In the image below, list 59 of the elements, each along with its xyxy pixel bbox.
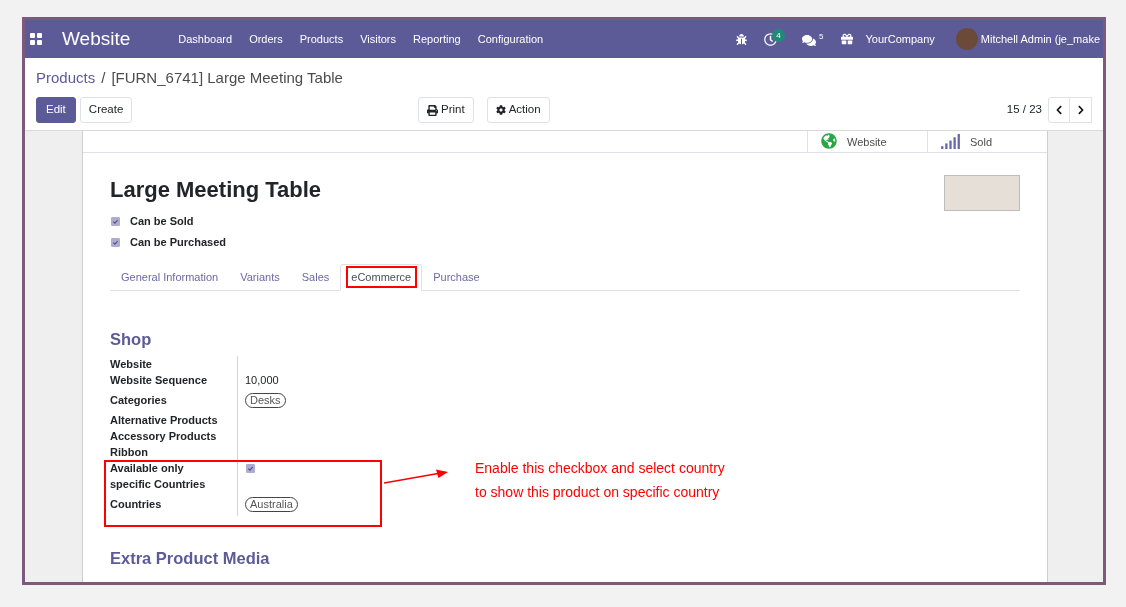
app-title: Website	[62, 27, 131, 51]
field-label: Countries	[110, 497, 162, 512]
field-label: Ribbon	[110, 445, 148, 460]
chat-icon[interactable]	[802, 33, 816, 47]
menu-item[interactable]: Visitors	[360, 32, 397, 46]
field-label: Accessory Products	[110, 429, 217, 444]
field-label: Alternative Products	[110, 413, 218, 428]
arrow	[384, 469, 448, 485]
printer-icon	[427, 104, 438, 116]
breadcrumb-current: [FURN_6741] Large Meeting Table	[111, 68, 343, 88]
gear-icon	[495, 105, 506, 115]
checkbox-label: Can be Sold	[130, 214, 194, 230]
tab[interactable]: Sales	[290, 264, 341, 291]
section-heading: Extra Product Media	[110, 548, 271, 568]
breadcrumb-separator: /	[101, 68, 106, 88]
annotation-text: Enable this checkbox and select country	[475, 459, 725, 478]
field-label: Available only specific Countries	[110, 461, 207, 492]
tab[interactable]: eCommerce	[340, 264, 423, 291]
chevron-left-icon	[1054, 105, 1064, 115]
checkbox[interactable]	[111, 238, 120, 247]
gift-icon[interactable]	[841, 33, 854, 45]
menu-item[interactable]: Configuration	[477, 32, 544, 46]
next-button[interactable]	[1070, 97, 1092, 123]
message-count: 5	[819, 31, 824, 41]
chevron-right-icon	[1075, 105, 1086, 115]
action-button[interactable]: Action	[486, 97, 550, 123]
menu-item[interactable]: Orders	[249, 32, 283, 46]
company-menu[interactable]: YourCompany	[865, 32, 935, 46]
bar-chart-icon	[941, 134, 960, 149]
apps-menu-icon[interactable]	[30, 33, 42, 45]
checkbox[interactable]	[246, 464, 255, 473]
globe-icon	[821, 133, 837, 149]
tab[interactable]: Variants	[229, 264, 291, 291]
field-value: 10,000	[245, 373, 279, 388]
tab[interactable]: Purchase	[422, 264, 491, 291]
create-button[interactable]: Create	[79, 97, 133, 123]
user-menu[interactable]: Mitchell Admin (je_make	[980, 32, 1100, 46]
section-heading: Shop	[110, 329, 153, 349]
pager-value: 15 / 23	[1006, 102, 1042, 118]
annotation-text: to show this product on specific country	[475, 483, 721, 502]
menu-item[interactable]: Reporting	[413, 32, 461, 46]
clock-icon[interactable]	[764, 32, 777, 46]
activity-count: 4	[772, 29, 785, 42]
highlight-box	[346, 266, 418, 288]
tab[interactable]: General Information	[110, 264, 230, 291]
print-button[interactable]: Print	[418, 97, 474, 123]
avatar	[955, 28, 978, 50]
breadcrumb-link[interactable]: Products	[36, 68, 96, 88]
checkbox[interactable]	[111, 217, 120, 226]
menu-item[interactable]: Dashboard	[178, 32, 233, 46]
field-label: Website Sequence	[110, 373, 207, 388]
field-label: Categories	[110, 393, 167, 408]
edit-button[interactable]: Edit	[36, 97, 76, 123]
product-title: Large Meeting Table	[110, 176, 322, 204]
menu-item[interactable]: Products	[299, 32, 344, 46]
bug-icon[interactable]	[736, 33, 747, 45]
previous-button[interactable]	[1048, 97, 1070, 123]
field-label: Website	[110, 357, 152, 372]
checkbox-label: Can be Purchased	[130, 235, 226, 251]
